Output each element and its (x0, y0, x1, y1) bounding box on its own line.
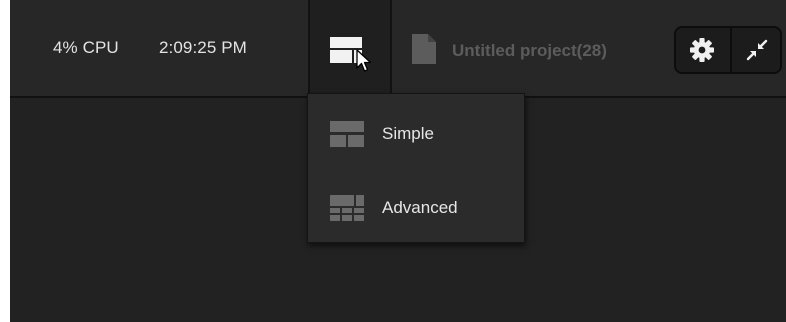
simple-layout-icon (330, 121, 364, 147)
app-window: 4% CPU 2:09:25 PM Untitled project(28) S… (10, 0, 786, 322)
toolbar-divider (390, 0, 392, 96)
menu-item-label: Simple (382, 124, 434, 143)
window-controls (674, 26, 782, 74)
menu-item-simple[interactable]: Simple (308, 110, 524, 160)
compress-button[interactable] (744, 37, 770, 68)
advanced-layout-icon (330, 195, 364, 221)
settings-button[interactable] (689, 37, 715, 68)
compress-icon (746, 39, 768, 61)
mouse-pointer-icon (356, 49, 372, 72)
menu-item-advanced[interactable]: Advanced (308, 184, 524, 234)
button-separator (730, 28, 732, 72)
layout-button[interactable] (310, 0, 390, 96)
project-name: Untitled project(28) (452, 41, 607, 60)
top-toolbar: 4% CPU 2:09:25 PM Untitled project(28) (10, 0, 786, 98)
menu-item-label: Advanced (382, 198, 458, 217)
document-icon (412, 34, 436, 64)
gear-icon (690, 38, 714, 62)
clock: 2:09:25 PM (159, 38, 247, 57)
layout-menu: Simple Advanced (307, 93, 525, 243)
cpu-usage: 4% CPU (53, 38, 119, 57)
